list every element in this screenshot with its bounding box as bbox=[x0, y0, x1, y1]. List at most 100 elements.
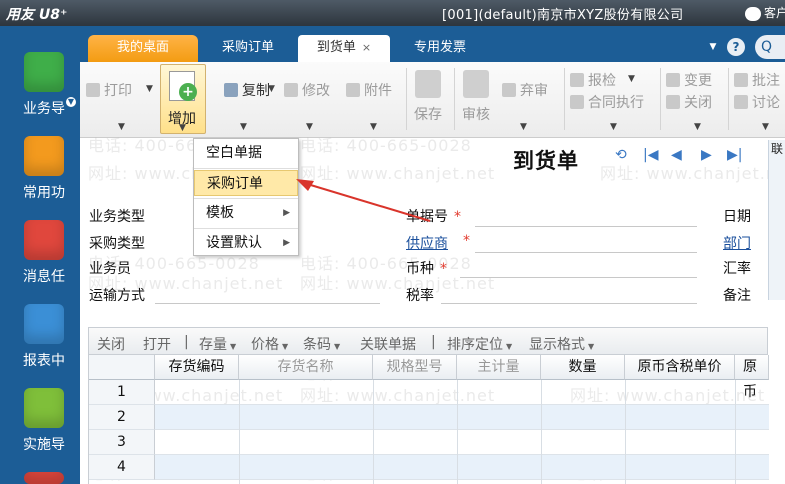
customer-service-button[interactable]: 客户 bbox=[745, 4, 785, 21]
change-more-icon[interactable]: ▼ bbox=[694, 122, 701, 132]
review-more-icon[interactable]: ▼ bbox=[520, 122, 527, 132]
sidebar-item-business-guide[interactable]: 业务导 ▼ bbox=[0, 52, 80, 136]
tab-purchase-order[interactable]: 采购订单 bbox=[198, 35, 298, 62]
toolbar-divider bbox=[406, 68, 407, 130]
barcode-button[interactable]: 条码 ▼ bbox=[303, 334, 340, 354]
tab-my-desktop[interactable]: 我的桌面 bbox=[88, 35, 198, 62]
review-label: 审核 bbox=[462, 107, 490, 123]
menu-item-template[interactable]: 模板 ▶ bbox=[194, 200, 298, 226]
currency-field[interactable] bbox=[460, 277, 697, 278]
row-number[interactable]: 3 bbox=[89, 430, 155, 455]
menu-item-label: 设置默认 bbox=[206, 235, 262, 251]
change-icon bbox=[666, 73, 680, 87]
display-format-label: 显示格式 bbox=[529, 337, 585, 353]
stock-button[interactable]: 存量 ▼ bbox=[199, 334, 236, 354]
related-docs-button[interactable]: 关联单据 bbox=[360, 334, 416, 354]
inspection-button[interactable]: 报检 bbox=[570, 70, 616, 90]
copy-dropdown-icon[interactable]: ▼ bbox=[268, 84, 275, 94]
grid-close-button[interactable]: 关闭 bbox=[97, 334, 125, 354]
compass-icon bbox=[24, 388, 64, 428]
add-button[interactable]: + 增加 ▼ bbox=[160, 64, 206, 134]
grid-corner bbox=[89, 355, 155, 380]
menu-item-set-default[interactable]: 设置默认 ▶ bbox=[194, 230, 298, 256]
close-icon[interactable]: × bbox=[362, 41, 371, 54]
help-icon[interactable]: ? bbox=[727, 38, 745, 56]
column-header[interactable]: 存货名称 bbox=[239, 355, 373, 380]
review-button[interactable]: 审核 bbox=[461, 70, 491, 130]
detail-grid: 存货编码 存货名称 规格型号 主计量 数量 原币含税单价 原币 1 2 3 4 bbox=[88, 355, 769, 484]
column-header[interactable]: 存货编码 bbox=[155, 355, 239, 380]
sidebar-item-more[interactable] bbox=[0, 472, 80, 484]
search-icon[interactable]: Q bbox=[755, 35, 785, 59]
row-number[interactable]: 1 bbox=[89, 380, 155, 405]
save-button[interactable]: 保存 bbox=[413, 70, 443, 130]
unreview-icon bbox=[502, 83, 516, 97]
last-record-icon[interactable]: ▶| bbox=[727, 147, 742, 163]
row-number[interactable]: 4 bbox=[89, 455, 155, 480]
add-dropdown-menu: 空白单据 采购订单 模板 ▶ 设置默认 ▶ bbox=[193, 138, 299, 256]
display-format-button[interactable]: 显示格式 ▼ bbox=[529, 334, 594, 354]
inspection-dropdown-icon[interactable]: ▼ bbox=[628, 74, 635, 84]
change-button[interactable]: 变更 bbox=[666, 70, 712, 90]
prev-record-icon[interactable]: ◀ bbox=[671, 147, 682, 163]
unreview-button[interactable]: 弃审 bbox=[502, 80, 548, 100]
supplier-label[interactable]: 供应商 bbox=[406, 233, 448, 253]
print-more-icon[interactable]: ▼ bbox=[118, 122, 125, 132]
discuss-more-icon[interactable]: ▼ bbox=[762, 122, 769, 132]
transport-field[interactable] bbox=[155, 303, 380, 304]
side-panel-strip[interactable]: 联 bbox=[768, 140, 785, 300]
column-header[interactable]: 原币含税单价 bbox=[625, 355, 735, 380]
column-header[interactable]: 规格型号 bbox=[373, 355, 457, 380]
row-number[interactable]: 2 bbox=[89, 405, 155, 430]
chevron-down-icon[interactable]: ▼ bbox=[66, 97, 76, 107]
sidebar-item-reports[interactable]: 报表中 bbox=[0, 304, 80, 388]
attachment-more-icon[interactable]: ▼ bbox=[370, 122, 377, 132]
doc-no-field[interactable] bbox=[475, 226, 697, 227]
attachment-button[interactable]: 附件 bbox=[346, 80, 392, 100]
menu-item-label: 模板 bbox=[206, 205, 234, 221]
tab-arrival-note[interactable]: 到货单 × bbox=[298, 35, 390, 62]
sidebar-item-label: 消息任 bbox=[23, 269, 65, 285]
supplier-field[interactable] bbox=[475, 252, 697, 253]
edit-button[interactable]: 修改 bbox=[284, 80, 330, 100]
purchase-type-label: 采购类型 bbox=[89, 236, 145, 252]
grid-open-button[interactable]: 打开 bbox=[143, 334, 171, 354]
business-type-label: 业务类型 bbox=[89, 209, 145, 225]
refresh-icon[interactable]: ⟲ bbox=[615, 147, 627, 163]
column-header[interactable]: 原币 bbox=[735, 355, 769, 400]
annotate-button[interactable]: 批注 bbox=[734, 70, 780, 90]
next-record-icon[interactable]: ▶ bbox=[701, 147, 712, 163]
print-dropdown-icon[interactable]: ▼ bbox=[146, 84, 153, 94]
table-row[interactable] bbox=[155, 380, 769, 405]
column-header[interactable]: 数量 bbox=[541, 355, 625, 380]
menu-item-blank-document[interactable]: 空白单据 bbox=[194, 140, 298, 166]
close-button[interactable]: 关闭 bbox=[666, 92, 712, 112]
print-button[interactable]: 打印 bbox=[86, 80, 132, 100]
table-row[interactable] bbox=[155, 405, 769, 430]
sidebar-item-favorites[interactable]: 常用功 bbox=[0, 136, 80, 220]
contract-button[interactable]: 合同执行 bbox=[570, 92, 644, 112]
tax-rate-field[interactable] bbox=[441, 303, 697, 304]
menu-item-purchase-order[interactable]: 采购订单 bbox=[194, 170, 298, 196]
required-mark: * bbox=[463, 233, 470, 249]
first-record-icon[interactable]: |◀ bbox=[643, 147, 658, 163]
copy-icon bbox=[224, 83, 238, 97]
copy-more-icon[interactable]: ▼ bbox=[240, 122, 247, 132]
copy-button[interactable]: 复制 bbox=[224, 80, 270, 100]
column-header[interactable]: 主计量 bbox=[457, 355, 541, 380]
tab-list-dropdown-icon[interactable]: ▼ bbox=[704, 38, 722, 56]
dept-label[interactable]: 部门 bbox=[723, 233, 751, 253]
headset-icon bbox=[745, 6, 761, 21]
edit-more-icon[interactable]: ▼ bbox=[306, 122, 313, 132]
side-panel-tab[interactable]: 联 bbox=[769, 142, 783, 156]
table-row[interactable] bbox=[155, 455, 769, 480]
sidebar-item-messages[interactable]: 消息任 bbox=[0, 220, 80, 304]
price-button[interactable]: 价格 ▼ bbox=[251, 334, 288, 354]
sidebar-item-implementation[interactable]: 实施导 bbox=[0, 388, 80, 472]
sort-button[interactable]: 排序定位 ▼ bbox=[447, 334, 512, 354]
contract-more-icon[interactable]: ▼ bbox=[610, 122, 617, 132]
sort-label: 排序定位 bbox=[447, 337, 503, 353]
tab-special-invoice[interactable]: 专用发票 bbox=[390, 35, 490, 62]
table-row[interactable] bbox=[155, 430, 769, 455]
discuss-button[interactable]: 讨论 bbox=[734, 92, 780, 112]
